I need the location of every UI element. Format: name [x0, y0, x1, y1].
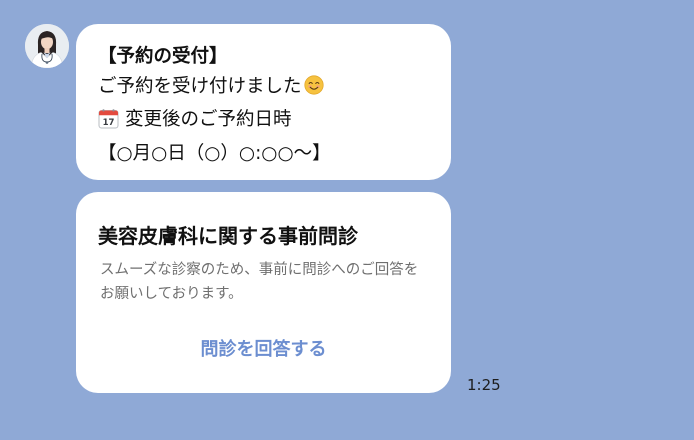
message-line: 17 変更後のご予約日時	[98, 105, 429, 139]
calendar-emoji-icon: 17	[98, 108, 119, 139]
message-heading: 【予約の受付】	[98, 46, 228, 67]
message-line: 【○月○日（○）○:○○〜】	[98, 143, 331, 164]
smiling-face-emoji-icon	[303, 75, 324, 105]
answer-questionnaire-button[interactable]: 問診を回答する	[76, 335, 451, 361]
doctor-avatar-icon	[25, 24, 69, 68]
message-text: 変更後のご予約日時	[125, 109, 292, 130]
card-description: スムーズな診察のため、事前に問診へのご回答をお願いしております。	[100, 262, 419, 302]
message-line: ご予約を受け付けました	[98, 72, 429, 105]
message-bubble: 【予約の受付】 ご予約を受け付けました 17 変更後のご予約日時 【○月○日（○…	[76, 24, 451, 180]
questionnaire-card: 美容皮膚科に関する事前問診 スムーズな診察のため、事前に問診へのご回答をお願いし…	[76, 192, 451, 393]
message-timestamp: 1:25	[467, 376, 501, 394]
svg-text:17: 17	[103, 118, 115, 128]
card-title: 美容皮膚科に関する事前問診	[98, 224, 358, 248]
sender-avatar[interactable]	[25, 24, 69, 68]
message-text: ご予約を受け付けました	[98, 76, 302, 97]
